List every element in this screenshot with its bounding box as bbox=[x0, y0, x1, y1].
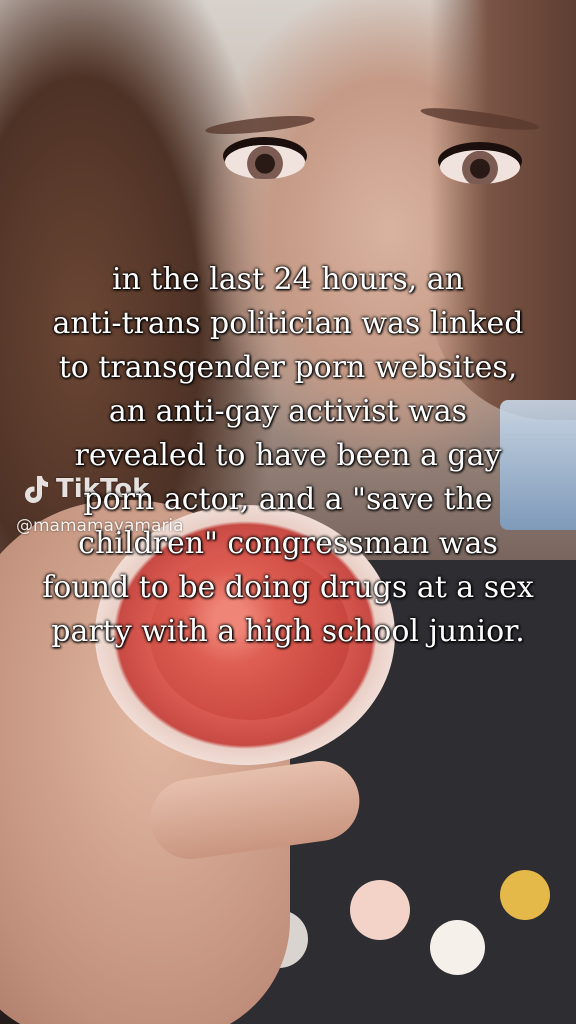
shirt-flower bbox=[500, 870, 550, 920]
right-eye bbox=[440, 150, 520, 184]
video-caption: in the last 24 hours, an anti-trans poli… bbox=[20, 258, 556, 654]
caption-line: children" congressman was bbox=[78, 526, 498, 561]
shirt-flower bbox=[350, 880, 410, 940]
caption-line: party with a high school junior. bbox=[51, 614, 525, 649]
caption-line: in the last 24 hours, an bbox=[111, 262, 465, 297]
caption-line: to transgender porn websites, bbox=[58, 350, 518, 385]
caption-line: porn actor, and a "save the bbox=[83, 482, 493, 517]
video-frame: TikTok @mamamayamaria in the last 24 hou… bbox=[0, 0, 576, 1024]
caption-line: an anti-gay activist was bbox=[108, 394, 468, 429]
caption-line: anti-trans politician was linked bbox=[52, 306, 524, 341]
caption-line: found to be doing drugs at a sex bbox=[42, 570, 534, 605]
shirt-flower bbox=[430, 920, 485, 975]
left-eyebrow bbox=[204, 112, 316, 138]
caption-line: revealed to have been a gay bbox=[74, 438, 502, 473]
left-eye bbox=[225, 145, 305, 179]
